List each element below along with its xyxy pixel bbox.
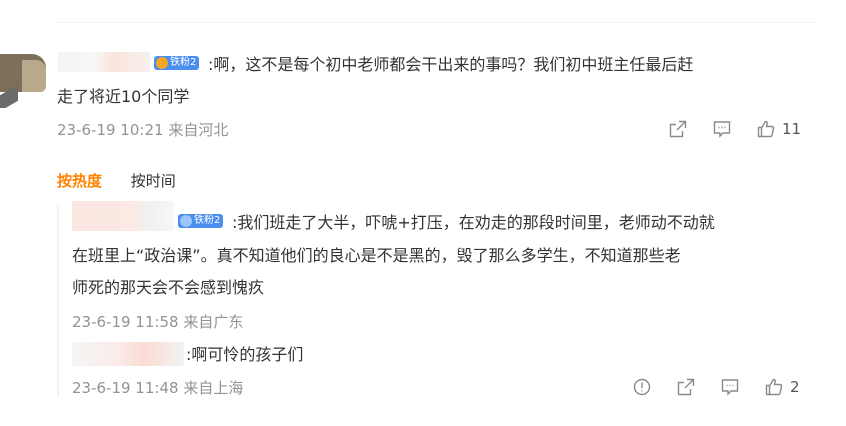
share-icon xyxy=(677,378,695,396)
comment-icon xyxy=(713,121,731,138)
like-button[interactable]: 2 xyxy=(764,377,800,397)
comment-location: 来自河北 xyxy=(168,121,229,139)
avatar[interactable] xyxy=(0,54,46,108)
diamond-icon xyxy=(180,215,192,227)
sort-tabs: 按热度 按时间 xyxy=(57,170,200,191)
report-button[interactable] xyxy=(632,377,652,397)
top-divider xyxy=(56,22,816,23)
like-count: 2 xyxy=(790,378,800,396)
reply-time: 23-6-19 11:58 xyxy=(72,313,179,331)
reply-location: 来自上海 xyxy=(183,379,244,397)
like-count: 11 xyxy=(782,120,802,138)
crown-icon xyxy=(156,57,168,69)
comment-meta: 23-6-19 10:21 来自河北 xyxy=(57,119,228,140)
share-button[interactable] xyxy=(668,119,688,139)
comment-icon xyxy=(721,379,739,396)
comment-text: :啊，这不是每个初中老师都会干出来的事吗？我们初中班主任最后赶 xyxy=(208,55,694,74)
reply-text: :啊可怜的孩子们 xyxy=(186,345,304,364)
comment-text-line2: 走了将近10个同学 xyxy=(57,87,190,106)
reply-text-line3: 师死的那天会不会感到愧疚 xyxy=(72,278,265,297)
thumbs-up-icon xyxy=(765,378,783,396)
reply-username-blurred[interactable] xyxy=(72,342,184,366)
reply-actions: 2 xyxy=(608,376,800,398)
reply-button[interactable] xyxy=(720,377,740,397)
reply-fan-badge: 铁粉2 xyxy=(178,214,224,228)
reply-text: :我们班走了大半，吓唬+打压，在劝走的那段时间里，老师动不动就 xyxy=(232,213,715,232)
reply-meta: 23-6-19 11:48 来自上海 xyxy=(72,377,243,398)
like-button[interactable]: 11 xyxy=(756,119,801,139)
reply-text-line2: 在班里上“政治课”。真不知道他们的良心是不是黑的，毁了那么多学生，不知道那些老 xyxy=(72,246,681,265)
share-icon xyxy=(669,120,687,138)
reply-location: 来自广东 xyxy=(183,313,244,331)
tab-sort-by-time[interactable]: 按时间 xyxy=(131,172,176,190)
reply-thread-line xyxy=(57,206,59,396)
reply-username-blurred[interactable] xyxy=(72,201,174,231)
username-blurred[interactable] xyxy=(58,52,150,72)
reply-time: 23-6-19 11:48 xyxy=(72,379,179,397)
comment-actions: 11 xyxy=(644,118,801,140)
reply-button[interactable] xyxy=(712,119,732,139)
tab-sort-by-hot[interactable]: 按热度 xyxy=(57,172,102,190)
fan-badge: 铁粉2 xyxy=(154,56,200,70)
reply-meta: 23-6-19 11:58 来自广东 xyxy=(72,311,243,332)
share-button[interactable] xyxy=(676,377,696,397)
report-icon xyxy=(633,378,651,396)
thumbs-up-icon xyxy=(757,120,775,138)
comment-time: 23-6-19 10:21 xyxy=(57,121,164,139)
